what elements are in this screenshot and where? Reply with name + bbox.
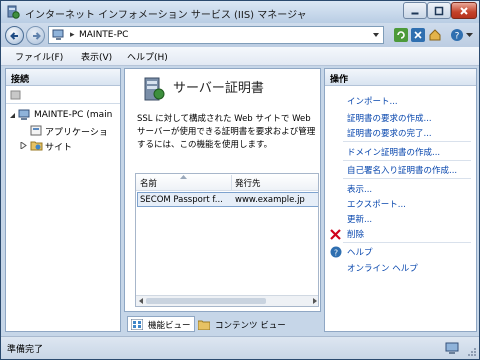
tab-content-view[interactable]: コンテンツ ビュー — [194, 316, 290, 332]
connections-toolbar — [6, 86, 120, 104]
action-renew[interactable]: 更新... — [347, 213, 372, 225]
window-title: インターネット インフォメーション サービス (IIS) マネージャ — [25, 10, 307, 21]
maximize-button[interactable] — [427, 2, 451, 19]
tree-item-server[interactable]: MAINTE-PC (main — [6, 109, 120, 123]
home-icon[interactable] — [428, 28, 442, 42]
status-text: 準備完了 — [7, 345, 44, 355]
features-view-icon — [131, 319, 143, 330]
resize-grip-icon[interactable] — [467, 347, 477, 357]
tab-content-label: コンテンツ ビュー — [215, 321, 286, 331]
certificates-table[interactable]: 名前 発行先 SECOM Passport f... www.example.j… — [135, 173, 319, 307]
address-separator: ▸ — [70, 30, 75, 40]
back-arrow-icon — [10, 32, 18, 40]
actions-divider — [343, 141, 471, 142]
tree-item-app-pools[interactable]: アプリケーショ — [6, 124, 120, 138]
feature-pane: サーバー証明書 SSL に対して構成された Web サイトで Web サーバーが… — [124, 68, 321, 312]
tab-features-label: 機能ビュー — [148, 321, 191, 331]
actions-pane: 操作 インポート... 証明書の要求の作成... 証明書の要求の完了... ドメ… — [324, 68, 477, 332]
minimize-button[interactable] — [403, 2, 427, 19]
tab-features-view[interactable]: 機能ビュー — [127, 316, 195, 332]
action-export[interactable]: エクスポート... — [347, 198, 406, 210]
scroll-left-icon[interactable] — [138, 298, 144, 304]
chevron-down-icon[interactable] — [372, 31, 380, 39]
computer-icon — [18, 109, 30, 120]
column-header-issued-to[interactable]: 発行先 — [235, 177, 261, 189]
address-path: MAINTE-PC — [79, 30, 129, 40]
action-import[interactable]: インポート... — [347, 95, 398, 107]
connections-header: 接続 — [6, 69, 120, 86]
view-tabs: 機能ビュー コンテンツ ビュー — [124, 314, 321, 333]
action-self-signed[interactable]: 自己署名入り証明書の作成... — [347, 164, 457, 176]
horizontal-scrollbar[interactable] — [136, 295, 318, 306]
content-view-icon — [198, 320, 210, 330]
scroll-right-icon[interactable] — [312, 298, 318, 304]
tree-label-server: MAINTE-PC (main — [34, 110, 113, 120]
column-header-name[interactable]: 名前 — [140, 177, 157, 189]
actions-divider — [343, 160, 471, 161]
iis-manager-window: インターネット インフォメーション サービス (IIS) マネージャ ▸ MAI… — [0, 0, 480, 360]
iis-app-icon — [7, 5, 20, 19]
close-button[interactable] — [451, 2, 477, 19]
collapse-icon[interactable] — [9, 112, 16, 119]
help-icon[interactable]: ? — [450, 28, 464, 42]
actions-divider — [343, 242, 471, 243]
app-pool-icon — [30, 125, 42, 136]
minimize-icon — [411, 12, 419, 14]
cell-issued-to: www.example.jp — [235, 195, 305, 205]
actions-divider — [343, 178, 471, 179]
action-delete[interactable]: 削除 — [347, 228, 364, 240]
action-view[interactable]: 表示... — [347, 183, 372, 195]
action-online-help[interactable]: オンライン ヘルプ — [347, 262, 418, 274]
table-header: 名前 発行先 — [136, 174, 318, 191]
stop-icon[interactable] — [411, 28, 425, 42]
refresh-icon[interactable] — [394, 28, 408, 42]
help-dropdown-icon[interactable] — [466, 33, 473, 38]
maximize-icon — [434, 6, 444, 15]
action-create-request[interactable]: 証明書の要求の作成... — [347, 112, 432, 124]
address-bar[interactable]: ▸ MAINTE-PC — [48, 26, 384, 44]
connections-pane: 接続 MAINTE-PC (main アプリケーショ サイト — [5, 68, 121, 332]
forward-button[interactable] — [26, 26, 45, 45]
server-certificates-icon — [144, 77, 165, 101]
tree-label-sites: サイト — [45, 143, 73, 153]
feature-description: SSL に対して構成された Web サイトで Web サーバーが使用できる証明書… — [137, 114, 316, 150]
menu-bar: ファイル(F) 表示(V) ヘルプ(H) — [1, 47, 479, 66]
expand-icon[interactable] — [20, 142, 27, 149]
connect-icon[interactable] — [10, 89, 22, 101]
scroll-thumb[interactable] — [146, 298, 266, 304]
help-icon: ? — [330, 246, 342, 258]
action-complete-request[interactable]: 証明書の要求の完了... — [347, 127, 432, 139]
tree-label-app-pools: アプリケーショ — [45, 128, 108, 138]
status-bar: 準備完了 — [1, 336, 479, 359]
back-button[interactable] — [5, 26, 24, 45]
svg-text:?: ? — [334, 249, 338, 258]
close-icon — [460, 6, 468, 15]
table-row[interactable]: SECOM Passport f... www.example.jp — [137, 192, 318, 207]
network-status-icon — [445, 342, 459, 354]
tree-item-sites[interactable]: サイト — [6, 139, 120, 153]
title-bar[interactable]: インターネット インフォメーション サービス (IIS) マネージャ — [1, 1, 479, 23]
computer-icon — [52, 29, 64, 40]
actions-header: 操作 — [325, 69, 476, 86]
sort-ascending-icon — [180, 175, 187, 179]
cell-name: SECOM Passport f... — [140, 195, 223, 205]
menu-file[interactable]: ファイル(F) — [15, 50, 63, 63]
column-divider[interactable] — [231, 175, 232, 190]
svg-text:?: ? — [455, 32, 460, 42]
sites-folder-icon — [30, 141, 43, 151]
forward-arrow-icon — [33, 32, 41, 40]
feature-title: サーバー証明書 — [173, 81, 264, 96]
address-row: ▸ MAINTE-PC ? — [1, 23, 479, 47]
menu-help[interactable]: ヘルプ(H) — [127, 50, 168, 63]
action-help[interactable]: ヘルプ — [347, 246, 373, 258]
action-domain-cert[interactable]: ドメイン証明書の作成... — [347, 146, 440, 158]
menu-view[interactable]: 表示(V) — [81, 50, 112, 63]
delete-icon — [330, 229, 341, 240]
